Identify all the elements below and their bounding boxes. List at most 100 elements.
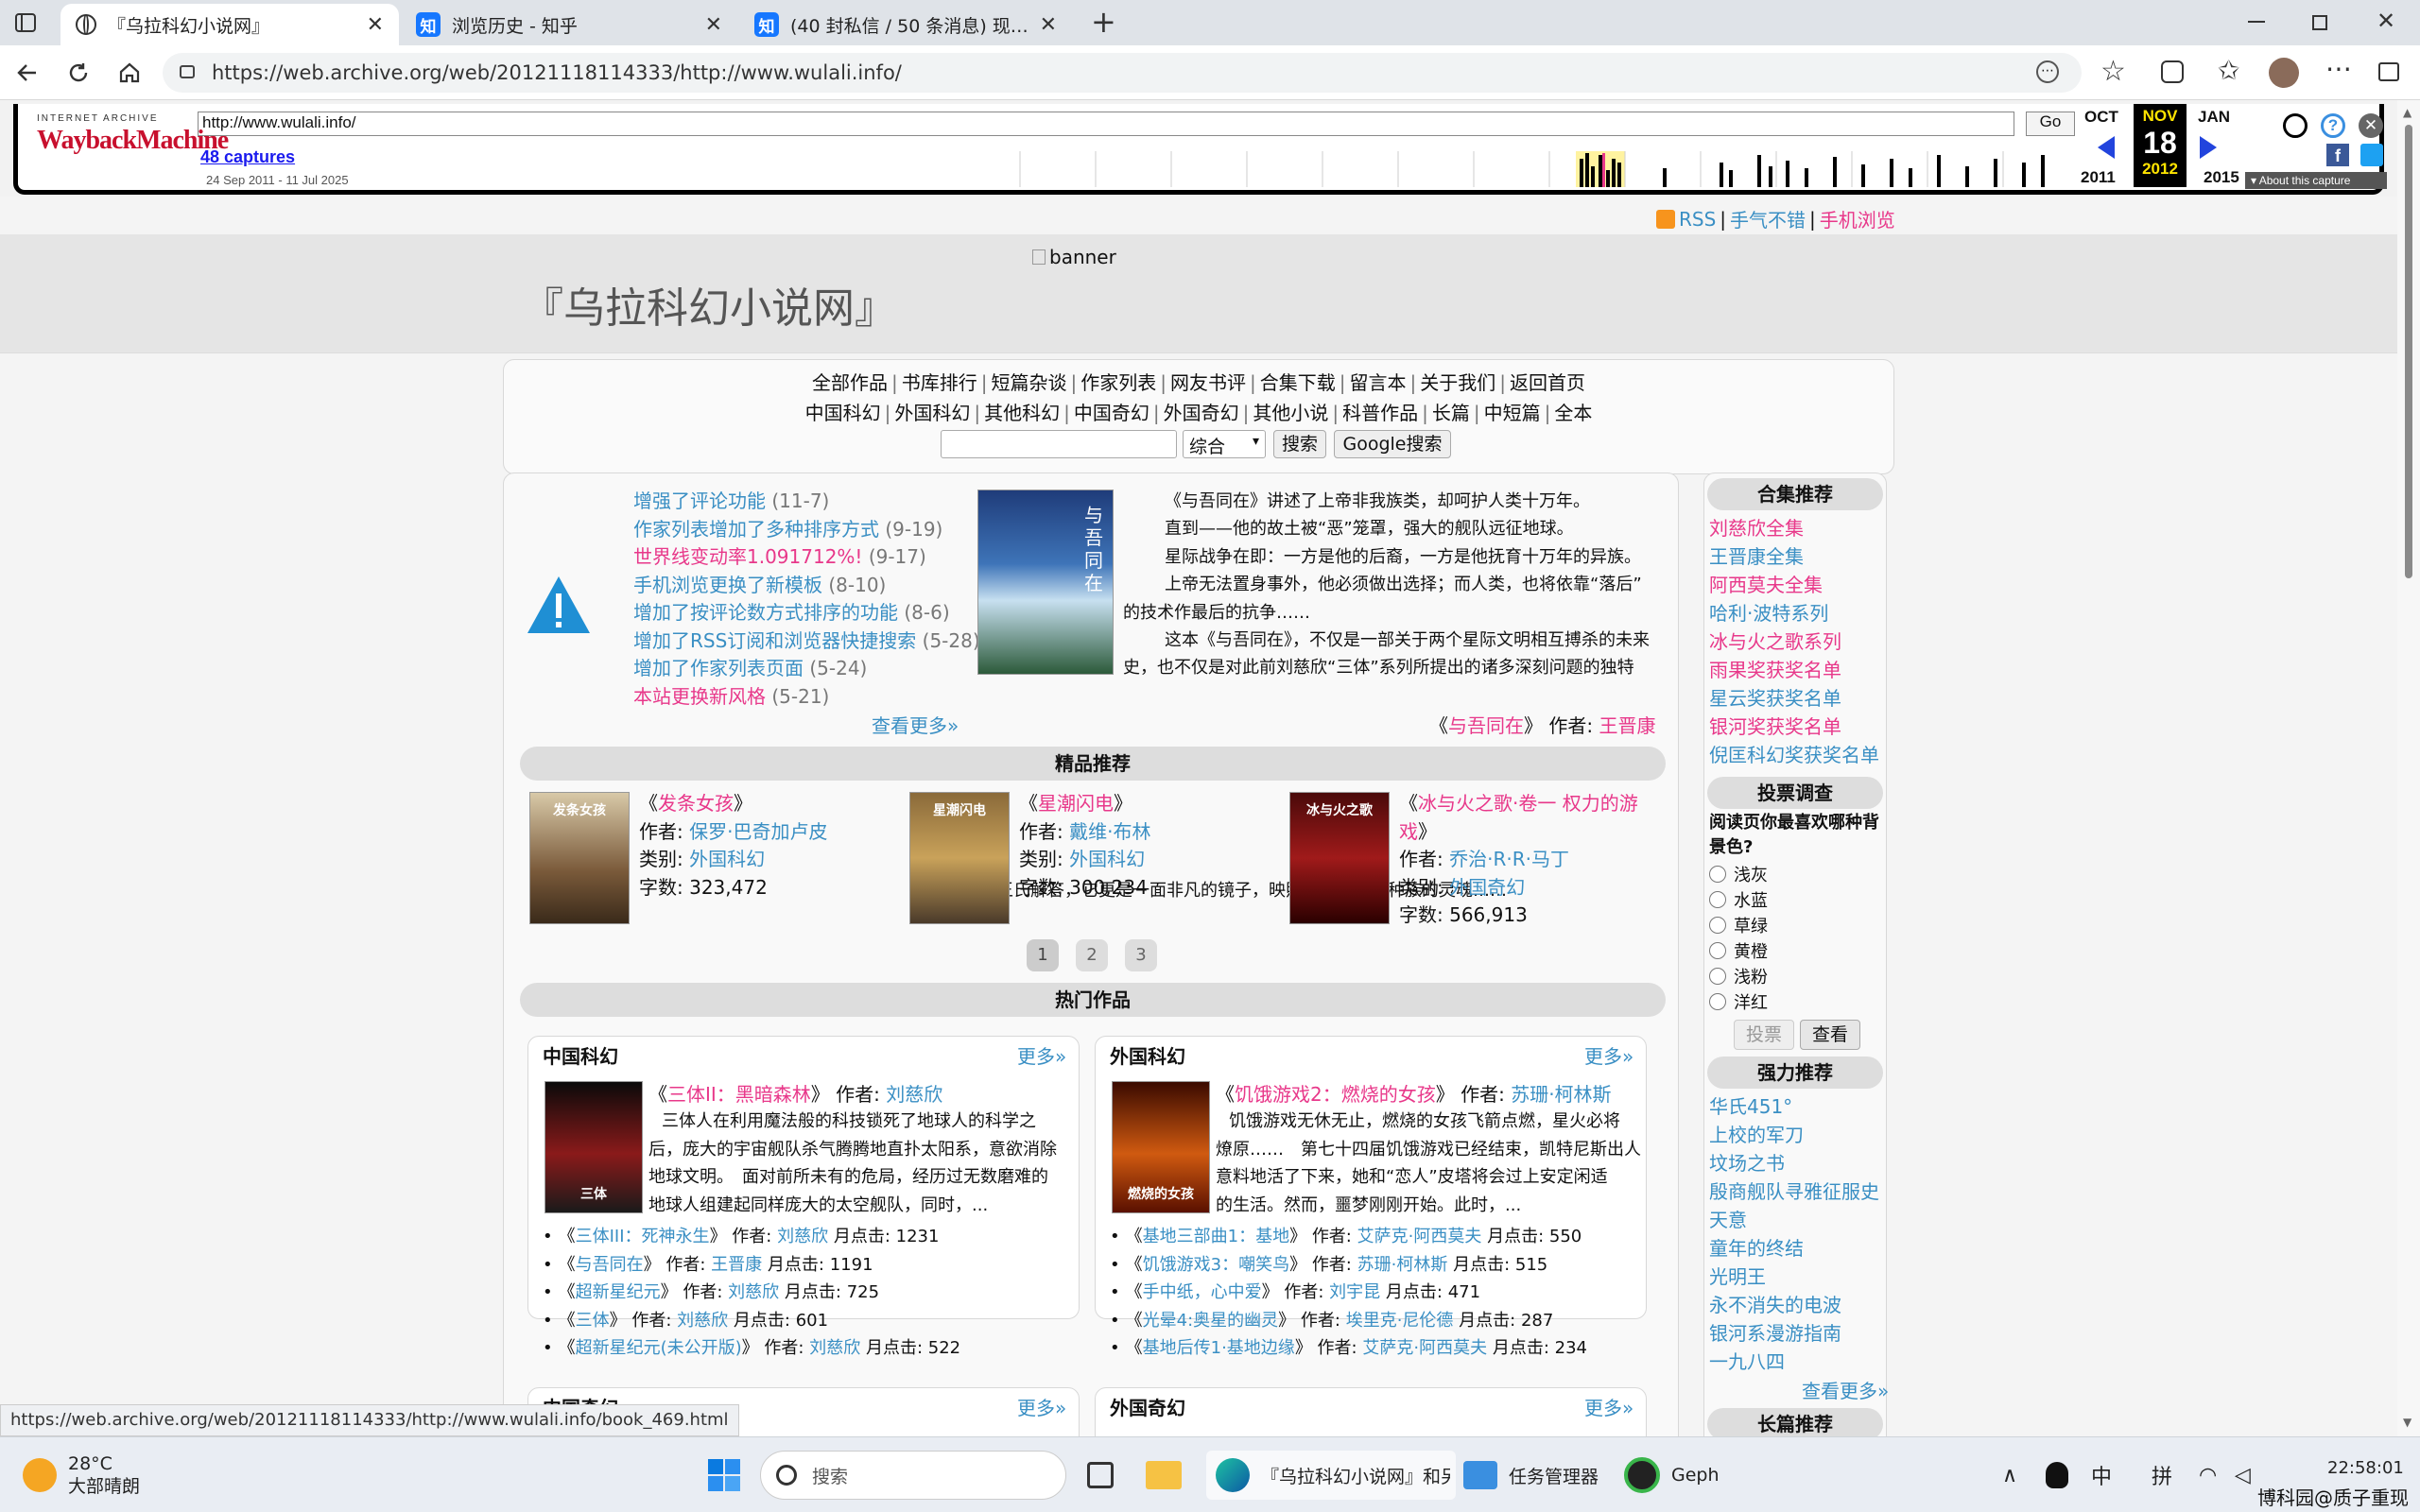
taskbar-search[interactable]: 搜索 (760, 1451, 1066, 1500)
close-tab-icon[interactable]: ✕ (705, 13, 722, 37)
poll-option[interactable]: 草绿 (1709, 912, 1768, 937)
address-bar[interactable]: https://web.archive.org/web/201211181143… (163, 53, 2082, 93)
back-button[interactable] (11, 57, 43, 89)
fr-fantasy-more[interactable]: 更多» (1584, 1393, 1634, 1420)
fr-lead-title[interactable]: 饥饿游戏2：燃烧的女孩 (1235, 1083, 1436, 1106)
sidebar-toggle-icon[interactable] (2378, 62, 2399, 81)
collection-link[interactable]: 冰与火之歌系列 (1709, 627, 1879, 656)
scroll-up-icon[interactable]: ▲ (2403, 106, 2411, 119)
capture-bar[interactable] (1861, 164, 1865, 187)
hot-list-author[interactable]: 刘慈欣 (728, 1282, 779, 1302)
menu-item[interactable]: 科普作品 (1342, 402, 1418, 424)
menu-item[interactable]: 合集下载 (1260, 371, 1336, 394)
tab-actions-icon[interactable] (15, 13, 36, 32)
capture-bar[interactable] (1833, 157, 1837, 187)
prev-year[interactable]: 2011 (2081, 168, 2116, 187)
menu-item[interactable]: 关于我们 (1420, 371, 1495, 394)
collection-link[interactable]: 哈利·波特系列 (1709, 599, 1879, 627)
featured-book-title[interactable]: 冰与火之歌·卷一 权力的游戏 (1399, 792, 1638, 843)
capture-sparkline[interactable] (1001, 149, 2079, 187)
capture-bar[interactable] (1580, 159, 1583, 187)
capture-bar[interactable] (1965, 166, 1969, 187)
capture-bar[interactable] (1805, 168, 1808, 187)
extensions-icon[interactable] (2161, 60, 2184, 83)
featured-book-author[interactable]: 保罗·巴奇加卢皮 (689, 820, 827, 843)
page-1-button[interactable]: 1 (1027, 939, 1059, 971)
menu-item[interactable]: 短篇杂谈 (992, 371, 1067, 394)
file-explorer-icon[interactable] (1146, 1451, 1182, 1500)
feature-book-cover[interactable]: 与吾同在 (977, 490, 1114, 675)
prev-month[interactable]: OCT (2084, 108, 2118, 127)
news-more-link[interactable]: 查看更多» (872, 711, 959, 738)
strong-recommend-link[interactable]: 坟场之书 (1709, 1149, 1879, 1177)
strong-recommend-link[interactable]: 银河系漫游指南 (1709, 1319, 1879, 1348)
cn-lead-title[interactable]: 三体II：黑暗森林 (667, 1083, 811, 1106)
scroll-down-icon[interactable]: ▼ (2403, 1416, 2411, 1429)
menu-item[interactable]: 网友书评 (1170, 371, 1246, 394)
hot-list-author[interactable]: 王晋康 (711, 1255, 762, 1275)
poll-option[interactable]: 浅灰 (1709, 861, 1768, 886)
page-2-button[interactable]: 2 (1076, 939, 1108, 971)
radio-button[interactable] (1709, 916, 1726, 934)
facebook-icon[interactable]: f (2326, 144, 2349, 166)
wayback-url-input[interactable]: http://www.wulali.info/ (198, 112, 2014, 136)
search-type-select[interactable]: 综合 ▾ (1183, 430, 1266, 458)
menu-item[interactable]: 中国奇幻 (1074, 402, 1150, 424)
search-button[interactable]: 搜索 (1273, 430, 1326, 458)
announcement-link[interactable]: 增加了作家列表页面 (633, 657, 804, 679)
menu-item[interactable]: 外国奇幻 (1164, 402, 1239, 424)
featured-book-cover[interactable]: 发条女孩 (529, 792, 630, 924)
ime-pinyin[interactable]: 拼 (2152, 1451, 2172, 1500)
about-capture-button[interactable]: ▾ About this capture (2245, 172, 2387, 189)
captures-link[interactable]: 48 captures (200, 147, 295, 167)
lucky-link[interactable]: 手气不错 (1730, 205, 1806, 232)
announcement-link[interactable]: 手机浏览更换了新模板 (633, 574, 822, 596)
radio-button[interactable] (1709, 967, 1726, 985)
strong-recommend-link[interactable]: 上校的军刀 (1709, 1121, 1879, 1149)
strong-recommend-link[interactable]: 童年的终结 (1709, 1234, 1879, 1263)
strong-recommend-link[interactable]: 华氏451° (1709, 1092, 1879, 1121)
featured-book-category[interactable]: 外国科幻 (1069, 848, 1145, 870)
rss-icon[interactable] (1656, 209, 1675, 229)
close-tab-icon[interactable]: ✕ (1040, 13, 1057, 37)
cn-more-link[interactable]: 更多» (1017, 1041, 1066, 1069)
tray-overflow-icon[interactable]: ∧ (2002, 1451, 2017, 1500)
capture-bar[interactable] (1937, 155, 1941, 187)
strong-recommend-link[interactable]: 殷商舰队寻雅征服史 (1709, 1177, 1879, 1206)
capture-bar[interactable] (1606, 170, 1610, 187)
strong-recommend-link[interactable]: 一九八四 (1709, 1348, 1879, 1376)
capture-bar[interactable] (1720, 163, 1723, 187)
collection-link[interactable]: 倪匡科幻奖获奖名单 (1709, 741, 1879, 769)
menu-item[interactable]: 中短篇 (1484, 402, 1541, 424)
menu-item[interactable]: 书库排行 (902, 371, 977, 394)
radio-button[interactable] (1709, 890, 1726, 908)
tab-zhihu-messages[interactable]: 知 (40 封私信 / 50 条消息) 现在的互联 ✕ (739, 4, 1072, 45)
capture-bar[interactable] (1617, 163, 1621, 187)
menu-item[interactable]: 全部作品 (812, 371, 888, 394)
next-arrow-icon[interactable] (2200, 136, 2217, 159)
capture-bar[interactable] (1757, 155, 1761, 187)
menu-item[interactable]: 长篇 (1432, 402, 1470, 424)
radio-button[interactable] (1709, 865, 1726, 883)
hot-list-title[interactable]: 超新星纪元(未公开版) (576, 1338, 742, 1358)
featured-book-author[interactable]: 戴维·布林 (1069, 820, 1150, 843)
capture-bar[interactable] (1591, 166, 1595, 187)
hot-list-author[interactable]: 刘宇昆 (1329, 1282, 1380, 1302)
volume-icon[interactable]: ◁ (2235, 1451, 2251, 1500)
collection-link[interactable]: 雨果奖获奖名单 (1709, 656, 1879, 684)
google-search-button[interactable]: Google搜索 (1334, 430, 1451, 458)
capture-bar[interactable] (2041, 155, 2045, 187)
hot-list-title[interactable]: 超新星纪元 (576, 1282, 661, 1302)
favorite-star-icon[interactable]: ☆ (2100, 55, 2126, 88)
page-scrollbar[interactable]: ▲ ▼ (2397, 100, 2420, 1436)
strong-recommend-link[interactable]: 永不消失的电波 (1709, 1291, 1879, 1319)
menu-item[interactable]: 其他小说 (1253, 402, 1328, 424)
announcement-link[interactable]: 世界线变动率1.091712%! (633, 545, 862, 568)
hot-list-title[interactable]: 基地三部曲1：基地 (1143, 1227, 1289, 1246)
announcement-link[interactable]: 增强了评论功能 (633, 490, 766, 512)
announcement-link[interactable]: 本站更换新风格 (633, 685, 766, 708)
collection-link[interactable]: 王晋康全集 (1709, 542, 1879, 571)
announcement-link[interactable]: 增加了按评论数方式排序的功能 (633, 601, 898, 624)
url-text[interactable]: https://web.archive.org/web/201211181143… (212, 61, 902, 84)
radio-button[interactable] (1709, 992, 1726, 1010)
